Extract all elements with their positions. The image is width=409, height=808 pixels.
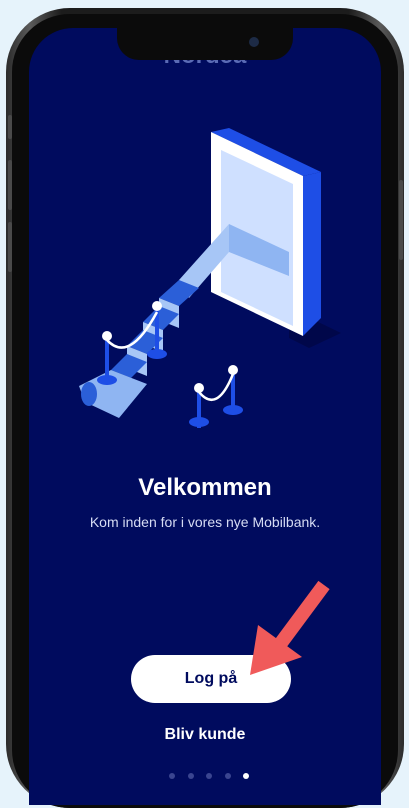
- silent-switch: [8, 115, 12, 139]
- volume-down-button: [8, 222, 12, 272]
- welcome-title: Velkommen: [138, 474, 272, 501]
- page-dot[interactable]: [224, 773, 231, 779]
- become-customer-link[interactable]: Bliv kunde: [29, 726, 381, 744]
- pointer-arrow-icon: [250, 580, 330, 675]
- page-dot-active[interactable]: [243, 773, 249, 779]
- camera-icon: [249, 37, 259, 47]
- app-screen: Nordea: [29, 28, 381, 805]
- page-dot[interactable]: [206, 773, 212, 779]
- page-indicator: [169, 773, 249, 779]
- notch: [117, 28, 293, 60]
- page-dot[interactable]: [169, 773, 175, 779]
- welcome-illustration: [79, 128, 341, 428]
- page-dot[interactable]: [187, 773, 194, 779]
- power-button: [399, 180, 403, 260]
- volume-up-button: [8, 160, 12, 210]
- welcome-subtitle: Kom inden for i vores nye Mobilbank.: [89, 514, 321, 530]
